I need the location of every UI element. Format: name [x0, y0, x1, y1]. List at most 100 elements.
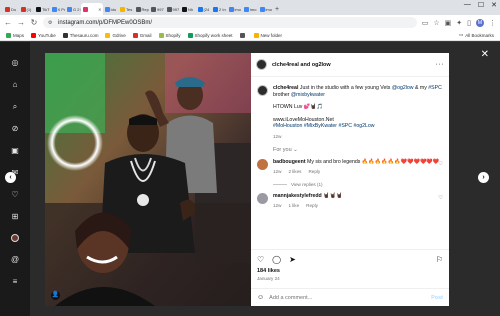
likes-count[interactable]: 184 likes [257, 268, 443, 274]
browser-tab[interactable]: Tes [118, 3, 134, 15]
browser-tab[interactable]: Rep [134, 3, 150, 15]
back-icon[interactable]: ← [4, 18, 12, 27]
caption-author-avatar[interactable] [257, 85, 268, 96]
notifications-icon[interactable]: ♡ [11, 190, 20, 199]
new-tab-button[interactable]: + [273, 3, 281, 15]
commenter-username[interactable]: badbougeent [273, 159, 306, 165]
mention-link[interactable]: @mixbykwater [291, 92, 325, 98]
browser-tab[interactable]: (1) [19, 3, 35, 15]
more-horizontal-icon[interactable]: ··· [436, 61, 445, 68]
comment-input[interactable] [269, 294, 427, 301]
browser-tab[interactable]: 2 In [211, 3, 227, 15]
bookmark-favicon-icon [62, 32, 68, 38]
reply-button[interactable]: Reply [306, 203, 318, 210]
browser-tab[interactable]: Nh [180, 3, 196, 15]
post-authors[interactable]: clche4real and og2low [272, 62, 331, 68]
browser-tab[interactable]: G 2 in [65, 3, 81, 15]
bookmark-item[interactable]: Gmail [132, 32, 152, 38]
instagram-logo-icon[interactable]: ◎ [11, 58, 20, 67]
extension-icon[interactable]: ▣ [445, 19, 452, 27]
side-panel-icon[interactable]: ▯ [467, 19, 471, 27]
caption-meta: 12w [273, 134, 443, 141]
bookmark-favicon-icon [158, 32, 164, 38]
home-icon[interactable]: ⌂ [11, 80, 20, 89]
maximize-icon[interactable]: ☐ [478, 1, 484, 9]
star-icon[interactable]: ☆ [433, 19, 439, 27]
heart-icon[interactable]: ♡ [438, 195, 443, 201]
bookmark-favicon-icon [6, 32, 11, 38]
bookmark-item[interactable]: Shopify work sheet [187, 32, 233, 38]
post-date: January 24 [257, 276, 280, 281]
all-bookmarks[interactable]: ▭ All Bookmarks [459, 32, 494, 38]
forward-icon[interactable]: → [17, 18, 25, 27]
heart-icon[interactable]: ♡ [438, 161, 443, 167]
tab-label: 997 [172, 6, 180, 12]
browser-tab[interactable]: Do [3, 3, 19, 15]
explore-icon[interactable]: ⊘ [11, 124, 20, 133]
for-you-filter[interactable]: For you ⌄ [273, 147, 443, 153]
address-bar[interactable]: ⚙ instagram.com/p/DFMPEw0OSBm/ [43, 17, 417, 28]
bookmark-item[interactable]: Thesauru.com [62, 32, 98, 38]
chevron-right-icon[interactable]: › [478, 172, 489, 183]
post-comment-button[interactable]: Post [431, 295, 443, 301]
caption-hashtags[interactable]: #MoHouston #MixByKwater #SPC #og2Low [273, 123, 443, 130]
extensions-puzzle-icon[interactable]: ✦ [456, 19, 462, 27]
reply-button[interactable]: Reply [308, 169, 320, 176]
caption-link-text: www.iLoveMoHouston.Net [273, 116, 334, 123]
post-photo[interactable]: 👤 [45, 53, 251, 306]
bookmark-item[interactable]: Shopify [158, 32, 181, 38]
bookmark-item[interactable]: Gdrive [105, 32, 126, 38]
hashtag-link[interactable]: #SPC [428, 85, 442, 91]
threads-icon[interactable]: @ [11, 255, 20, 264]
cast-icon[interactable]: ▭ [422, 19, 429, 27]
mention-link[interactable]: @og2low [392, 85, 414, 91]
reload-icon[interactable]: ↻ [30, 18, 38, 27]
share-icon[interactable]: ➤ [289, 255, 296, 264]
commenter-avatar[interactable] [257, 158, 268, 170]
tab-label: imo [234, 6, 241, 12]
chevron-left-icon[interactable]: ‹ [5, 172, 16, 183]
caption-username[interactable]: clche4real [273, 85, 298, 91]
close-icon[interactable]: ✕ [481, 49, 489, 60]
tagged-users-icon[interactable]: 👤 [51, 291, 60, 300]
browser-tab[interactable]: TikT [34, 3, 50, 15]
browser-tab[interactable]: X Pr [50, 3, 65, 15]
browser-tab[interactable]: (24 [196, 3, 212, 15]
hamburger-menu-icon[interactable]: ≡ [11, 277, 20, 286]
comment-text: My sis and bro legends 🔥🔥🔥🔥🔥🔥❤️❤️❤️❤️❤️❤… [307, 158, 440, 165]
bookmark-item[interactable]: Maps [6, 32, 24, 38]
commenter-avatar[interactable] [257, 192, 268, 204]
browser-tab[interactable]: 997 [165, 3, 181, 15]
view-replies-button[interactable]: View replies (1) [273, 182, 443, 187]
menu-kebab-icon[interactable]: ⋮ [489, 19, 496, 27]
reels-icon[interactable]: ▣ [11, 146, 20, 155]
create-icon[interactable]: ⊞ [11, 212, 20, 221]
browser-tab[interactable]: 997 [149, 3, 165, 15]
bookmark-item[interactable]: New folder [253, 32, 282, 38]
browser-tab[interactable]: imo [242, 3, 258, 15]
bookmark-item[interactable]: YouTube [31, 32, 56, 38]
comment-icon[interactable]: ◯ [272, 255, 281, 264]
close-window-icon[interactable]: ✕ [491, 1, 497, 9]
tab-favicon-icon [120, 6, 125, 12]
browser-tab[interactable]: Ido [103, 3, 119, 15]
heart-icon[interactable]: ♡ [257, 255, 264, 264]
site-info-icon[interactable]: ⚙ [48, 20, 54, 26]
browser-tab[interactable]: imo [227, 3, 243, 15]
author-avatar[interactable] [256, 59, 267, 70]
close-tab-icon[interactable]: ✕ [98, 7, 101, 12]
comment-likes[interactable]: 1 like [288, 203, 299, 210]
bookmark-item[interactable] [239, 32, 247, 38]
minimize-icon[interactable]: — [464, 1, 471, 9]
tab-label: TikT [42, 6, 50, 12]
profile-avatar[interactable]: M [476, 18, 484, 27]
comment-likes[interactable]: 2 likes [288, 169, 301, 176]
browser-tab[interactable]: ✕ [80, 3, 103, 15]
profile-avatar[interactable] [11, 234, 19, 242]
bookmark-icon[interactable]: ⚐ [436, 255, 443, 264]
search-icon[interactable]: ⌕ [11, 102, 20, 111]
emoji-icon[interactable]: ☺ [257, 294, 264, 301]
browser-tab[interactable]: imo [258, 3, 274, 15]
caption-time: 12w [273, 133, 282, 139]
commenter-username[interactable]: mannjakestylefredd [273, 193, 322, 199]
